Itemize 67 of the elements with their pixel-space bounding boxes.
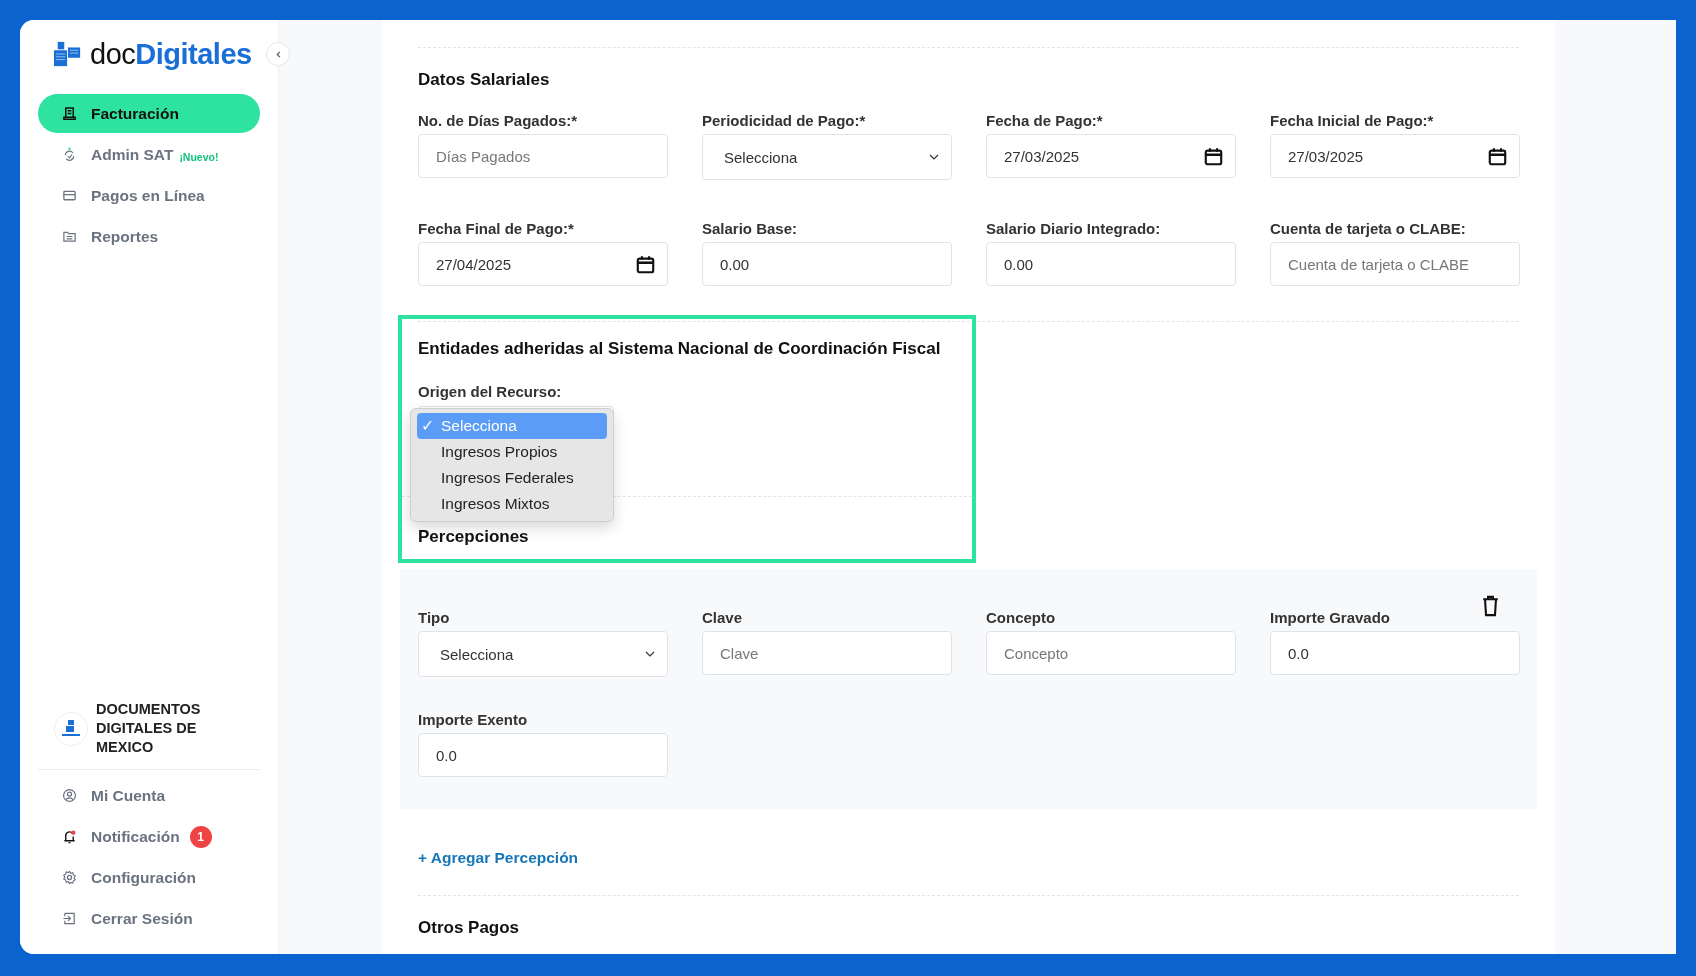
chevron-left-icon (273, 49, 283, 59)
calendar-icon (1488, 146, 1507, 166)
logout-icon (62, 911, 77, 926)
section-title: Percepciones (418, 527, 530, 547)
receipt-icon (62, 106, 77, 121)
field-label: No. de Días Pagados:* (418, 112, 578, 129)
field-label: Salario Diario Integrado: (986, 220, 1161, 237)
section-title: Otros Pagos (418, 918, 521, 938)
input-field[interactable]: Clave (702, 631, 952, 675)
date-field[interactable]: 27/04/2025 (418, 242, 668, 286)
input-field[interactable]: Cuenta de tarjeta o CLABE (1270, 242, 1520, 286)
field-label: Importe Exento (418, 711, 528, 728)
section-title: Datos Salariales (418, 70, 551, 90)
user-circle-icon (62, 788, 77, 803)
bell-icon (62, 829, 77, 844)
field-label: Clave (702, 609, 743, 626)
logo-icon (54, 40, 82, 68)
nav-item[interactable]: Pagos en Línea (38, 176, 260, 215)
refresh-check-icon (62, 147, 77, 162)
menu-item[interactable]: Cerrar Sesión (38, 899, 260, 938)
company-avatar-icon (54, 711, 88, 746)
nav-item[interactable]: Admin SAT ¡Nuevo! (38, 135, 260, 174)
select-field[interactable]: Selecciona (418, 631, 668, 677)
field-label: Importe Gravado (1270, 609, 1391, 626)
dropdown-option[interactable]: Ingresos Propios (417, 439, 607, 465)
input-field[interactable]: Concepto (986, 631, 1236, 675)
folder-icon (62, 229, 77, 244)
input-field[interactable]: 0.0 (418, 733, 668, 777)
field-label: Periodicidad de Pago:* (702, 112, 866, 129)
notification-badge: 1 (189, 825, 212, 848)
date-field[interactable]: 27/03/2025 (1270, 134, 1520, 178)
input-field[interactable]: 0.0 (1270, 631, 1520, 675)
nav-item[interactable]: Reportes (38, 217, 260, 256)
dropdown-option[interactable]: Ingresos Federales (417, 465, 607, 491)
field-label: Cuenta de tarjeta o CLABE: (1270, 220, 1466, 237)
select-field[interactable]: Selecciona (702, 134, 952, 180)
field-label: Concepto (986, 609, 1056, 626)
field-label: Origen del Recurso: (418, 383, 563, 400)
date-value: 27/03/2025 (1288, 147, 1365, 165)
field-label: Fecha Inicial de Pago:* (1270, 112, 1434, 129)
chevron-down-icon (929, 154, 939, 160)
section-title: Entidades adheridas al Sistema Nacional de Coordinación Fiscal (418, 339, 942, 359)
input-field[interactable]: Días Pagados (418, 134, 668, 178)
gear-icon (62, 870, 77, 885)
logo-text: docDigitales (90, 37, 252, 71)
card-icon (62, 188, 77, 203)
add-perception-link[interactable]: + Agregar Percepción (418, 849, 1519, 867)
date-value: 27/04/2025 (436, 255, 513, 273)
menu-item[interactable]: Mi Cuenta (38, 776, 260, 815)
dropdown-option[interactable]: Ingresos Mixtos (417, 491, 607, 517)
input-field[interactable]: 0.00 (702, 242, 952, 286)
chevron-down-icon (645, 651, 655, 657)
field-label: Salario Base: (702, 220, 798, 237)
menu-item[interactable]: Notificación 1 (38, 817, 260, 856)
nav-item[interactable]: Facturación (38, 94, 260, 133)
calendar-icon (636, 254, 655, 274)
trash-icon[interactable] (1482, 595, 1499, 617)
field-label: Fecha de Pago:* (986, 112, 1103, 129)
menu-item[interactable]: Configuración (38, 858, 260, 897)
date-field[interactable]: 27/03/2025 (986, 134, 1236, 178)
company-name: DOCUMENTOS DIGITALES DE MEXICO (96, 700, 202, 757)
field-label: Fecha Final de Pago:* (418, 220, 574, 237)
calendar-icon (1204, 146, 1223, 166)
date-value: 27/03/2025 (1004, 147, 1081, 165)
field-label: Tipo (418, 609, 450, 626)
new-tag: ¡Nuevo! (179, 150, 219, 163)
input-field[interactable]: 0.00 (986, 242, 1236, 286)
